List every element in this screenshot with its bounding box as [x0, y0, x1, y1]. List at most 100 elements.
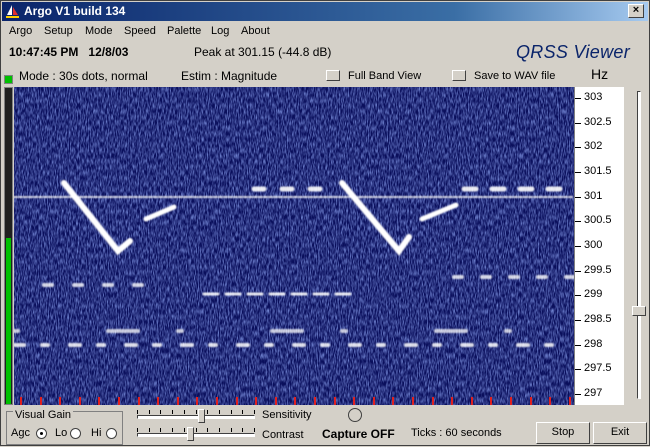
freq-tick-mark — [575, 394, 581, 395]
clock-readout: 10:47:45 PM 12/8/03 — [9, 45, 129, 59]
menu-log[interactable]: Log — [211, 25, 229, 37]
menu-argo[interactable]: Argo — [9, 25, 32, 37]
slider-tick — [148, 410, 150, 414]
lo-label: Lo — [55, 427, 68, 439]
menu-mode[interactable]: Mode — [85, 25, 113, 37]
freq-tick-mark — [575, 369, 581, 371]
full-band-view-label[interactable]: Full Band View — [348, 70, 421, 82]
menu-palette[interactable]: Palette — [167, 25, 201, 37]
stop-button[interactable]: Stop — [536, 422, 590, 444]
sensitivity-slider-thumb[interactable] — [198, 409, 206, 423]
signal-level-fill — [6, 238, 11, 404]
slider-tick — [195, 410, 197, 414]
time-tick — [431, 397, 434, 405]
close-button[interactable]: × — [628, 4, 644, 18]
time-tick — [470, 397, 473, 405]
time-tick — [412, 397, 414, 405]
capture-indicator[interactable] — [348, 408, 362, 422]
time-tick — [568, 397, 571, 405]
time-tick — [294, 397, 297, 405]
time-tick — [333, 397, 336, 405]
signal-level-bar — [4, 87, 13, 405]
hz-unit-label: Hz — [591, 66, 609, 82]
menu-speed[interactable]: Speed — [124, 25, 156, 37]
contrast-slider-thumb[interactable] — [186, 427, 194, 441]
slider-tick — [207, 428, 209, 432]
slider-tick — [160, 410, 162, 414]
lo-radio[interactable] — [70, 428, 81, 439]
slider-tick — [242, 428, 244, 432]
slider-tick — [137, 428, 138, 432]
title-bar[interactable]: Argo V1 build 134 × — [2, 2, 648, 21]
slider-tick — [254, 428, 255, 432]
capture-status: Capture OFF — [322, 427, 395, 441]
window-title: Argo V1 build 134 — [24, 4, 126, 18]
waterfall-display[interactable] — [14, 87, 574, 405]
estim-readout: Estim : Magnitude — [181, 69, 278, 83]
time-tick — [255, 397, 258, 405]
slider-tick — [148, 428, 150, 432]
hi-radio[interactable] — [106, 428, 117, 439]
freq-tick-label: 300.5 — [584, 214, 612, 227]
save-wav-button[interactable] — [452, 70, 466, 81]
contrast-ticks — [137, 428, 255, 432]
contrast-label: Contrast — [262, 429, 304, 441]
slider-tick — [172, 410, 174, 414]
time-tick — [392, 397, 395, 405]
agc-radio[interactable] — [36, 428, 47, 439]
slider-tick — [218, 428, 220, 432]
time-tick — [314, 397, 316, 405]
exit-button[interactable]: Exit — [593, 422, 647, 444]
time-tick — [372, 397, 375, 405]
hi-label: Hi — [91, 427, 102, 439]
slider-tick — [218, 410, 220, 414]
time-tick — [39, 397, 42, 405]
slider-tick — [160, 428, 162, 432]
time-tick — [353, 397, 356, 405]
sensitivity-slider-track[interactable] — [137, 415, 255, 419]
time-tick — [235, 397, 238, 405]
freq-tick-mark — [575, 196, 581, 198]
control-panel: Visual Gain Agc Lo Hi Sensitivity Contra… — [1, 407, 650, 447]
freq-tick-label: 299 — [584, 288, 603, 301]
time-tick — [59, 397, 62, 405]
frequency-slider-thumb[interactable] — [632, 305, 646, 316]
signal-indicator — [4, 75, 13, 84]
slider-tick — [183, 410, 185, 414]
freq-tick-label: 298.5 — [584, 313, 612, 325]
close-icon: × — [632, 4, 640, 16]
time-tick — [98, 397, 101, 405]
freq-tick-mark — [575, 270, 581, 272]
frequency-slider-track[interactable] — [637, 91, 641, 399]
status-row: 10:47:45 PM 12/8/03 Peak at 301.15 (-44.… — [1, 42, 650, 64]
slider-tick — [172, 428, 174, 432]
time-tick — [78, 397, 81, 405]
full-band-view-button[interactable] — [326, 70, 340, 81]
time-tick — [196, 397, 199, 405]
freq-tick-label: 297.5 — [584, 362, 612, 375]
menu-bar: Argo Setup Mode Speed Palette Log About — [2, 22, 648, 41]
freq-tick-mark — [575, 98, 581, 99]
freq-tick-mark — [575, 295, 581, 297]
ticks-readout: Ticks : 60 seconds — [411, 427, 502, 439]
slider-tick — [242, 410, 244, 414]
menu-about[interactable]: About — [241, 25, 270, 37]
freq-tick-label: 301 — [584, 189, 603, 202]
time-tick — [176, 397, 179, 405]
freq-tick-label: 298 — [584, 337, 603, 350]
slider-tick — [254, 410, 255, 414]
time-tick — [490, 397, 493, 405]
time-tick — [451, 397, 454, 405]
menu-setup[interactable]: Setup — [44, 25, 73, 37]
freq-tick-mark — [575, 147, 581, 149]
save-wav-label[interactable]: Save to WAV file — [474, 70, 555, 82]
frequency-scale: 303 302.5 302 301.5 301 300.5 300 299.5 299 298.5… — [574, 87, 624, 405]
contrast-slider-track[interactable] — [137, 433, 255, 437]
sensitivity-ticks — [137, 410, 255, 414]
slider-tick — [207, 410, 209, 414]
time-tick — [529, 397, 532, 405]
app-brand: QRSS Viewer — [516, 42, 631, 62]
time-tick — [20, 397, 22, 405]
time-tick — [549, 397, 552, 405]
peak-readout: Peak at 301.15 (-44.8 dB) — [194, 45, 332, 59]
